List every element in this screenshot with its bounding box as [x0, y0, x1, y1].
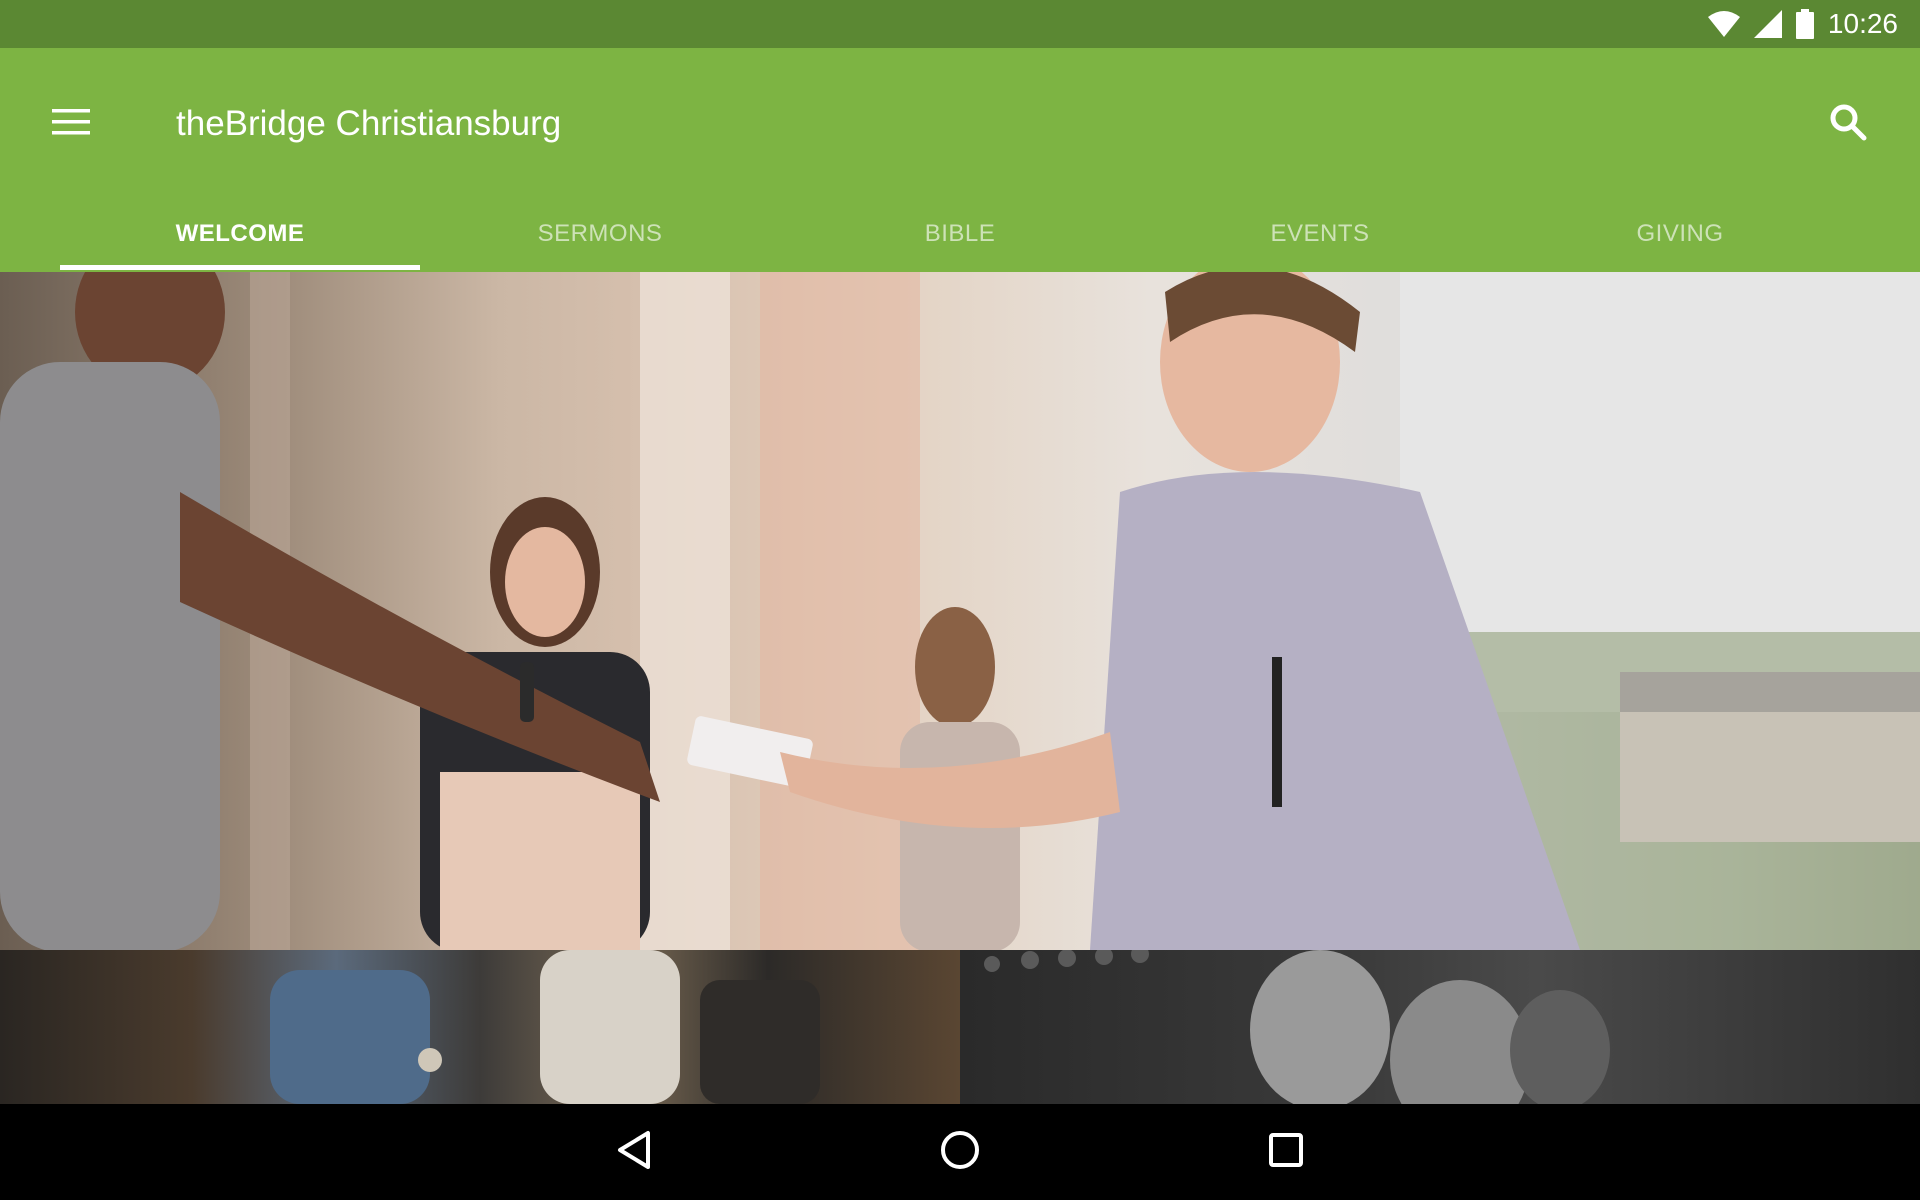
- wifi-icon: [1707, 11, 1740, 37]
- hero-image[interactable]: [0, 272, 1920, 950]
- hamburger-menu-icon: [52, 107, 92, 142]
- battery-icon: [1795, 9, 1814, 39]
- recents-icon: [1268, 1132, 1304, 1173]
- tab-bar: WELCOME SERMONS BIBLE EVENTS GIVING: [60, 196, 1860, 272]
- tab-events[interactable]: EVENTS: [1140, 196, 1500, 272]
- tab-giving[interactable]: GIVING: [1500, 196, 1860, 272]
- system-nav-bar: [0, 1104, 1920, 1200]
- home-button[interactable]: [900, 1104, 1020, 1200]
- prayer-photo-tile[interactable]: [960, 950, 1920, 1104]
- status-bar: 10:26: [0, 0, 1920, 48]
- recents-button[interactable]: [1226, 1104, 1346, 1200]
- cellular-signal-icon: [1753, 10, 1782, 38]
- app-title: theBridge Christiansburg: [176, 104, 562, 143]
- congregation-photo-tile[interactable]: [0, 950, 960, 1104]
- tab-welcome[interactable]: WELCOME: [60, 196, 420, 272]
- home-icon: [940, 1130, 980, 1175]
- back-icon: [616, 1130, 652, 1175]
- search-icon: [1828, 102, 1868, 147]
- status-time: 10:26: [1827, 8, 1898, 39]
- back-button[interactable]: [574, 1104, 694, 1200]
- app-bar: theBridge Christiansburg WELCOME SERMONS…: [0, 48, 1920, 272]
- menu-button[interactable]: [36, 88, 108, 160]
- search-button[interactable]: [1812, 88, 1884, 160]
- tab-sermons[interactable]: SERMONS: [420, 196, 780, 272]
- tab-bible[interactable]: BIBLE: [780, 196, 1140, 272]
- welcome-content[interactable]: [0, 272, 1920, 1104]
